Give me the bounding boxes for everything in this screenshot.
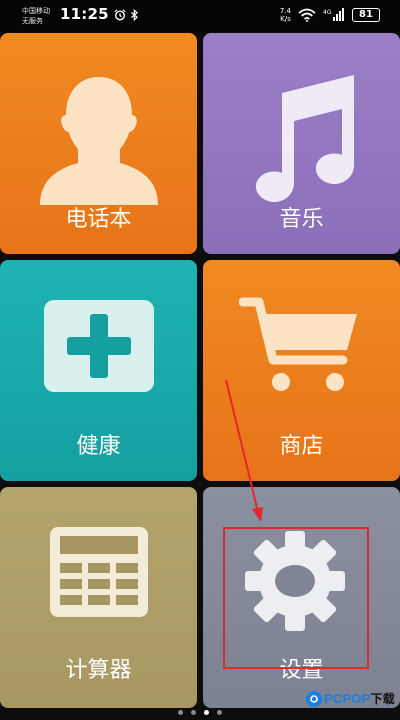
page-dot[interactable] xyxy=(178,710,183,715)
watermark-suffix: 下载 xyxy=(370,692,395,706)
watermark-brand: PCPOP xyxy=(324,691,371,706)
watermark-badge-icon xyxy=(306,690,322,707)
page-dot[interactable] xyxy=(217,710,222,715)
page-indicator xyxy=(0,710,400,715)
watermark-text: PCPOP下载 xyxy=(324,690,395,707)
annotation-highlight-box xyxy=(223,527,369,669)
watermark-logo: PCPOP下载 xyxy=(306,690,395,707)
page-dot[interactable] xyxy=(191,710,196,715)
page-dot-active[interactable] xyxy=(204,710,209,715)
